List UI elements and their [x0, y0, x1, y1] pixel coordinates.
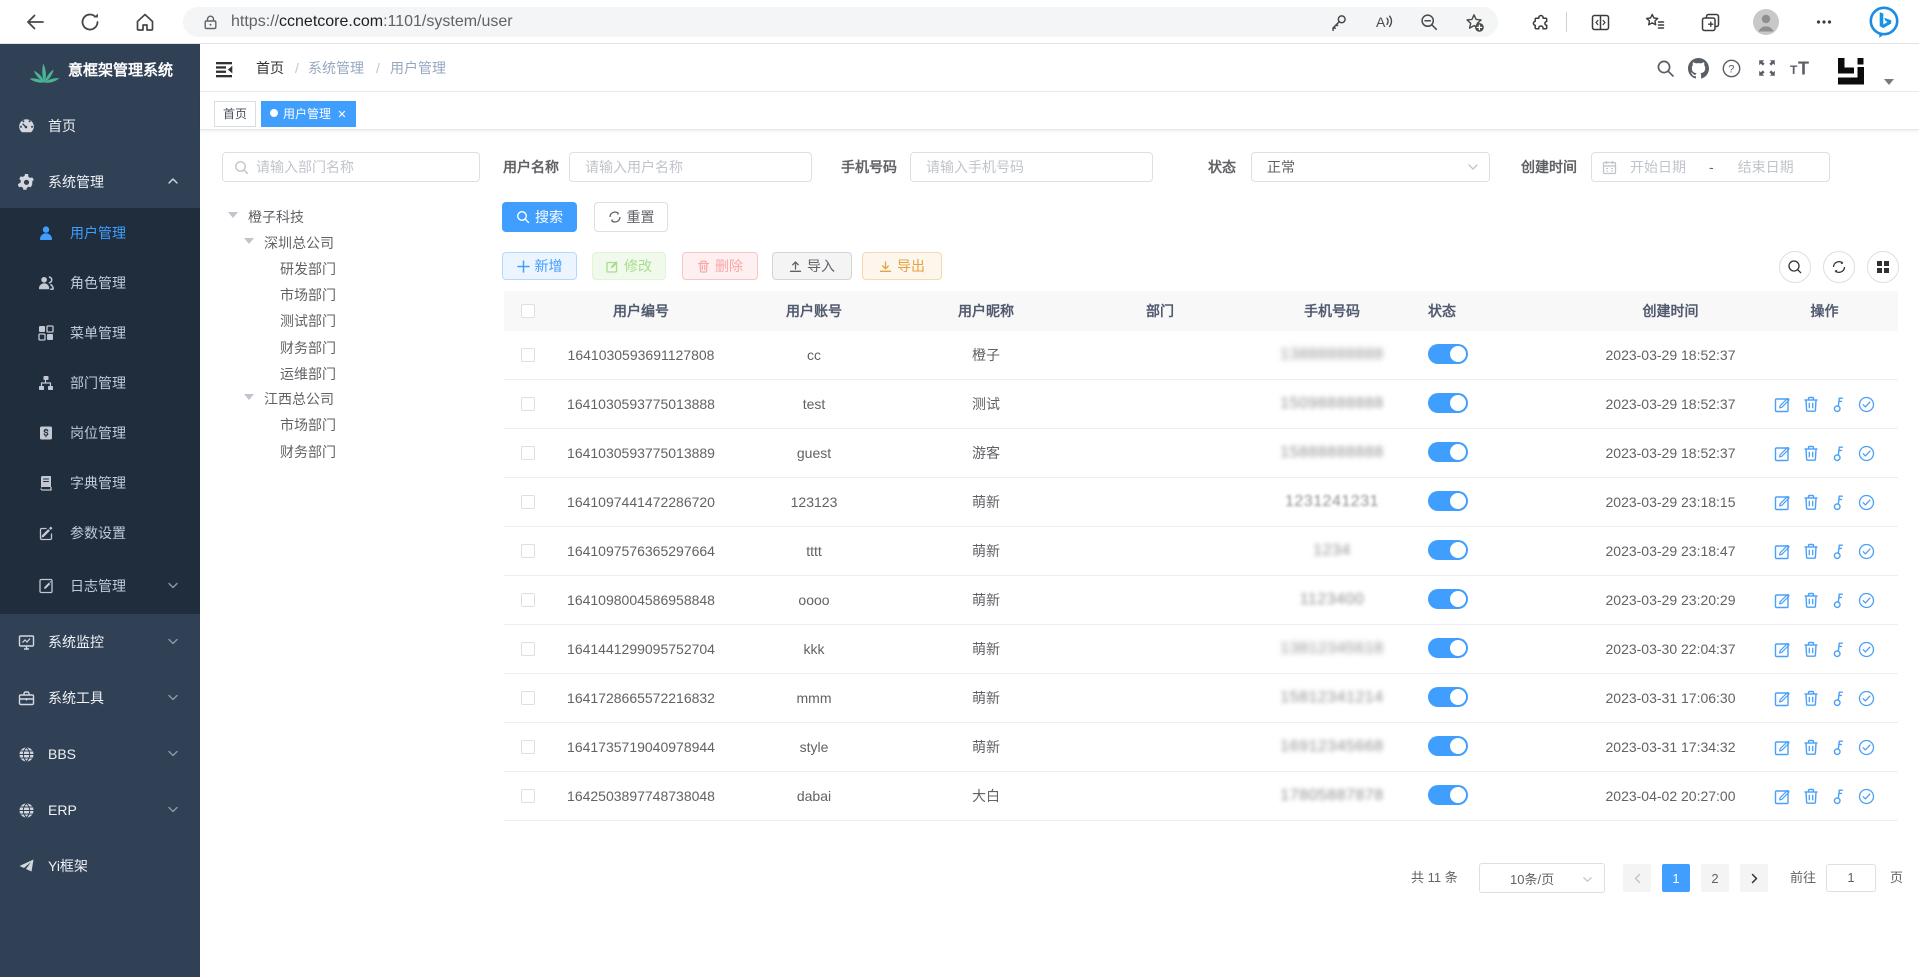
svg-text:T: T [1790, 63, 1798, 77]
svg-text:T: T [1798, 59, 1809, 79]
svg-text:?: ? [1728, 63, 1734, 75]
svg-text:A: A [1376, 14, 1386, 30]
